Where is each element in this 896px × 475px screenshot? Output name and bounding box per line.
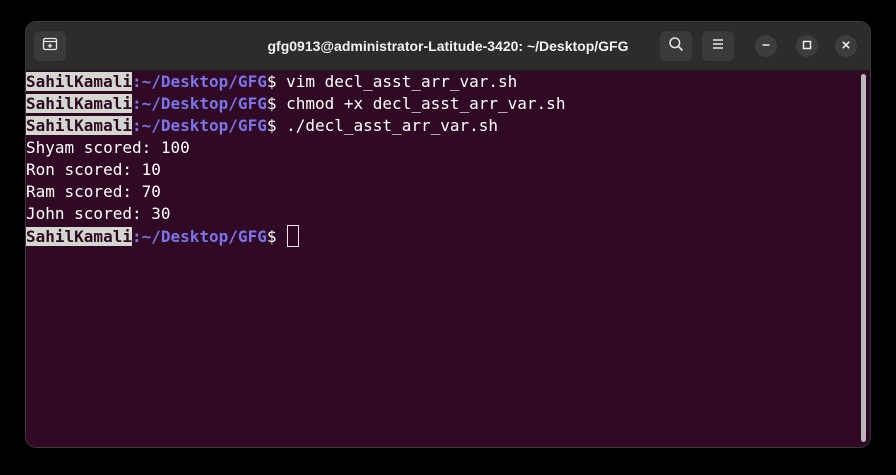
- prompt-user: SahilKamali: [26, 72, 132, 91]
- search-icon: [668, 36, 684, 57]
- terminal-cursor: [287, 225, 300, 247]
- maximize-icon: [802, 37, 812, 55]
- new-tab-icon: [42, 36, 58, 57]
- command-text: chmod +x decl_asst_arr_var.sh: [286, 94, 566, 113]
- terminal-line: SahilKamali:~/Desktop/GFG$: [26, 225, 860, 247]
- window-title: gfg0913@administrator-Latitude-3420: ~/D…: [267, 38, 629, 54]
- hamburger-menu-icon: [711, 37, 725, 56]
- prompt-user: SahilKamali: [26, 94, 132, 113]
- scrollbar[interactable]: [861, 74, 866, 442]
- prompt-path: :~/Desktop/GFG: [131, 227, 267, 246]
- minimize-button[interactable]: [755, 35, 777, 57]
- output-line: Ron scored: 10: [26, 160, 161, 179]
- close-icon: [841, 37, 851, 55]
- prompt-path: :~/Desktop/GFG: [131, 94, 267, 113]
- terminal-line: SahilKamali:~/Desktop/GFG$ ./decl_asst_a…: [26, 115, 860, 137]
- output-line: John scored: 30: [26, 204, 171, 223]
- output-line: Ram scored: 70: [26, 182, 161, 201]
- prompt-path: :~/Desktop/GFG: [131, 72, 267, 91]
- prompt-user: SahilKamali: [26, 227, 132, 246]
- terminal-output[interactable]: SahilKamali:~/Desktop/GFG$ vim decl_asst…: [26, 71, 860, 447]
- prompt-symbol: $: [266, 94, 287, 113]
- prompt-path: :~/Desktop/GFG: [131, 116, 267, 135]
- close-button[interactable]: [835, 35, 857, 57]
- menu-button[interactable]: [702, 31, 734, 61]
- prompt-symbol: $: [266, 72, 287, 91]
- search-button[interactable]: [660, 31, 692, 61]
- new-tab-button[interactable]: [34, 31, 66, 61]
- terminal-line: SahilKamali:~/Desktop/GFG$ vim decl_asst…: [26, 71, 860, 93]
- terminal-window: gfg0913@administrator-Latitude-3420: ~/D…: [26, 22, 870, 447]
- prompt-symbol: $: [266, 227, 287, 246]
- prompt-symbol: $: [266, 116, 287, 135]
- terminal-line: SahilKamali:~/Desktop/GFG$ chmod +x decl…: [26, 93, 860, 115]
- minimize-icon: [761, 37, 771, 55]
- maximize-button[interactable]: [796, 35, 818, 57]
- title-bar: gfg0913@administrator-Latitude-3420: ~/D…: [26, 22, 870, 71]
- command-text: ./decl_asst_arr_var.sh: [286, 116, 499, 135]
- prompt-user: SahilKamali: [26, 116, 132, 135]
- output-line: Shyam scored: 100: [26, 138, 190, 157]
- command-text: vim decl_asst_arr_var.sh: [286, 72, 518, 91]
